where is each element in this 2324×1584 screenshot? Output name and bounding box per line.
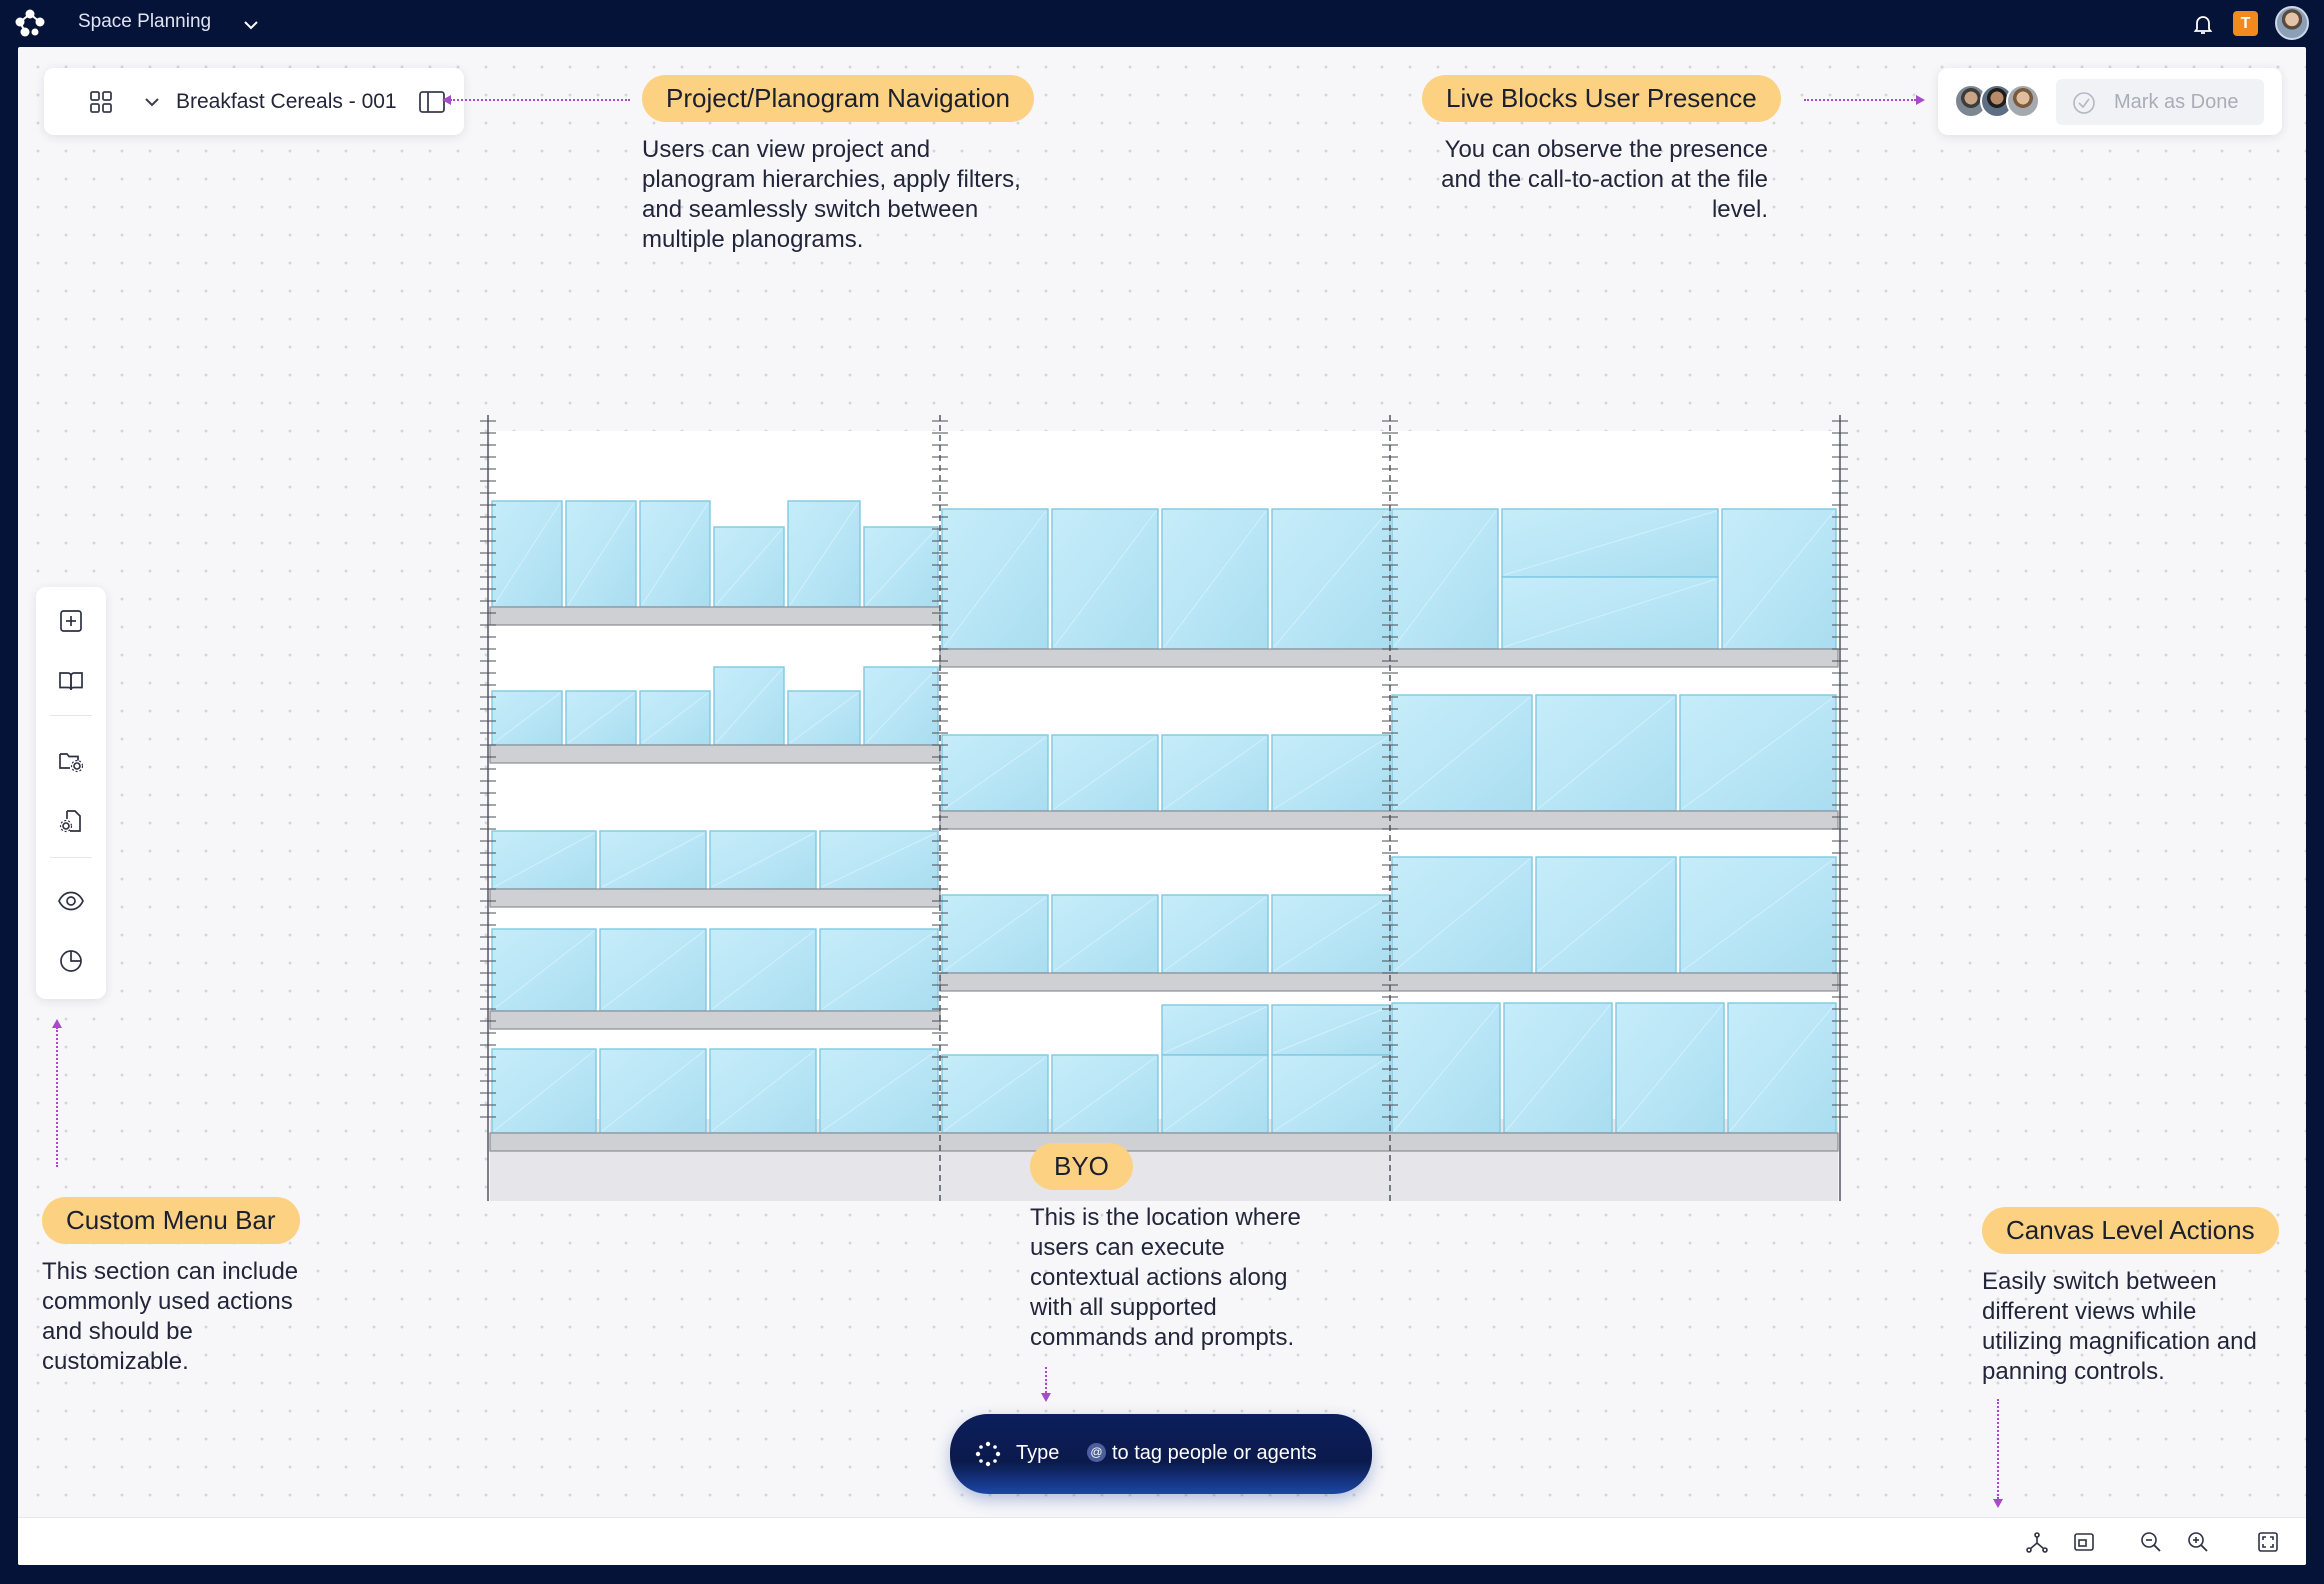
eye-icon[interactable] xyxy=(57,887,85,915)
bell-icon[interactable] xyxy=(2191,12,2215,36)
pie-chart-icon[interactable] xyxy=(57,947,85,975)
connector-arrow xyxy=(442,95,451,105)
top-bar: Space Planning T xyxy=(0,0,2324,47)
shelf xyxy=(489,606,941,626)
connector-arrow xyxy=(1993,1499,2003,1508)
zoom-in-icon[interactable] xyxy=(2186,1530,2210,1554)
sparkle-icon xyxy=(975,1441,1001,1467)
workspace-badge[interactable]: T xyxy=(2233,11,2258,36)
connector-line xyxy=(1045,1367,1047,1393)
callout-title-navigation: Project/Planogram Navigation xyxy=(642,75,1034,122)
user-presence-card: Mark as Done xyxy=(1938,68,2282,135)
mark-as-done-label: Mark as Done xyxy=(2114,91,2239,113)
prompt-placeholder-end: to tag people or agents xyxy=(1112,1442,1317,1464)
canvas-actions-bar xyxy=(18,1517,2306,1565)
callout-title-menu-bar: Custom Menu Bar xyxy=(42,1197,300,1244)
custom-menu-bar xyxy=(36,587,106,999)
callout-text-presence: You can observe the presence and the cal… xyxy=(1441,136,1768,223)
zoom-out-icon[interactable] xyxy=(2139,1530,2163,1554)
at-mention-icon: @ xyxy=(1087,1443,1106,1462)
callout-title-canvas-actions: Canvas Level Actions xyxy=(1982,1207,2279,1254)
toolbar-divider xyxy=(50,857,92,858)
shelf xyxy=(489,1132,1839,1152)
shelf xyxy=(489,744,941,764)
grid-icon[interactable] xyxy=(88,89,114,115)
callout-title-byo: BYO xyxy=(1030,1143,1133,1190)
connector-line xyxy=(56,1027,58,1167)
check-circle-icon xyxy=(2073,92,2095,114)
connector-arrow xyxy=(52,1019,62,1028)
callout-title-presence: Live Blocks User Presence xyxy=(1422,75,1781,122)
app-logo-icon[interactable] xyxy=(13,8,47,38)
prompt-placeholder-start: Type xyxy=(1016,1442,1060,1464)
planogram-file-name[interactable]: Breakfast Cereals - 001 xyxy=(176,90,397,114)
connector-line xyxy=(1804,99,1916,101)
connector-line xyxy=(1997,1399,1999,1499)
fit-to-screen-icon[interactable] xyxy=(2072,1530,2096,1554)
file-settings-icon[interactable] xyxy=(57,807,85,835)
canvas[interactable]: Breakfast Cereals - 001 Mark as Done Pro… xyxy=(18,47,2306,1565)
connector-arrow xyxy=(1041,1393,1051,1402)
shelf xyxy=(939,648,1839,668)
callout-text-menu-bar: This section can include commonly used a… xyxy=(42,1258,299,1375)
add-square-icon[interactable] xyxy=(57,607,85,635)
app-title[interactable]: Space Planning xyxy=(78,11,211,33)
callout-text-navigation: Users can view project and planogram hie… xyxy=(642,136,1021,253)
callout-text-byo: This is the location where users can exe… xyxy=(1030,1204,1301,1351)
toolbar-divider xyxy=(50,715,92,716)
shelf xyxy=(939,810,1839,830)
planogram-navigation-card: Breakfast Cereals - 001 xyxy=(44,68,464,135)
callout-text-canvas-actions: Easily switch between different views wh… xyxy=(1982,1268,2257,1385)
connector-arrow xyxy=(1916,95,1925,105)
mark-as-done-button[interactable]: Mark as Done xyxy=(2056,79,2264,125)
shelf xyxy=(489,888,941,908)
share-nodes-icon[interactable] xyxy=(2025,1530,2049,1554)
chevron-down-icon[interactable] xyxy=(241,15,261,35)
planogram-drawing[interactable] xyxy=(468,413,1868,1238)
prompt-input[interactable]: Type @ to tag people or agents xyxy=(950,1414,1372,1494)
user-avatar[interactable] xyxy=(2275,6,2309,40)
planogram[interactable] xyxy=(468,413,1868,1238)
book-icon[interactable] xyxy=(57,667,85,695)
fullscreen-icon[interactable] xyxy=(2256,1530,2280,1554)
connector-line xyxy=(450,99,630,101)
collaborator-avatar[interactable] xyxy=(2006,84,2040,118)
folder-settings-icon[interactable] xyxy=(57,747,85,775)
chevron-down-icon[interactable] xyxy=(142,92,162,112)
shelf xyxy=(939,972,1839,992)
shelf xyxy=(489,1010,941,1030)
